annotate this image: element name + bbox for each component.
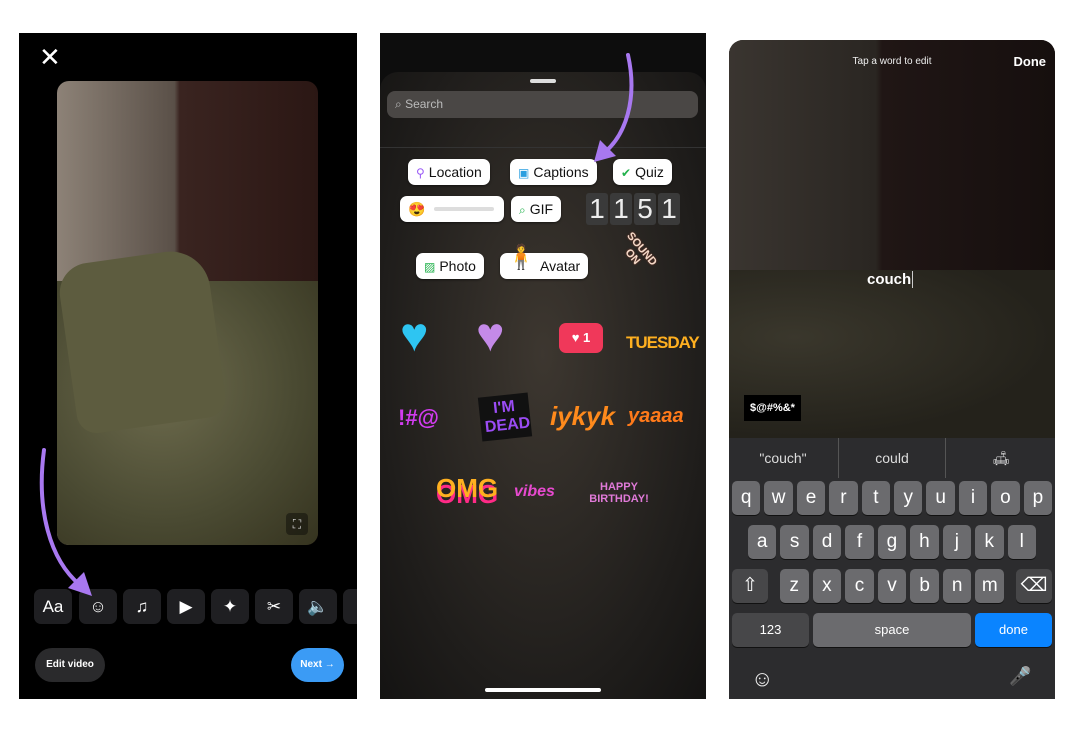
annotation-arrows [39,53,634,596]
arrow-to-sticker-tool [39,448,82,587]
arrow-to-captions [603,53,634,154]
